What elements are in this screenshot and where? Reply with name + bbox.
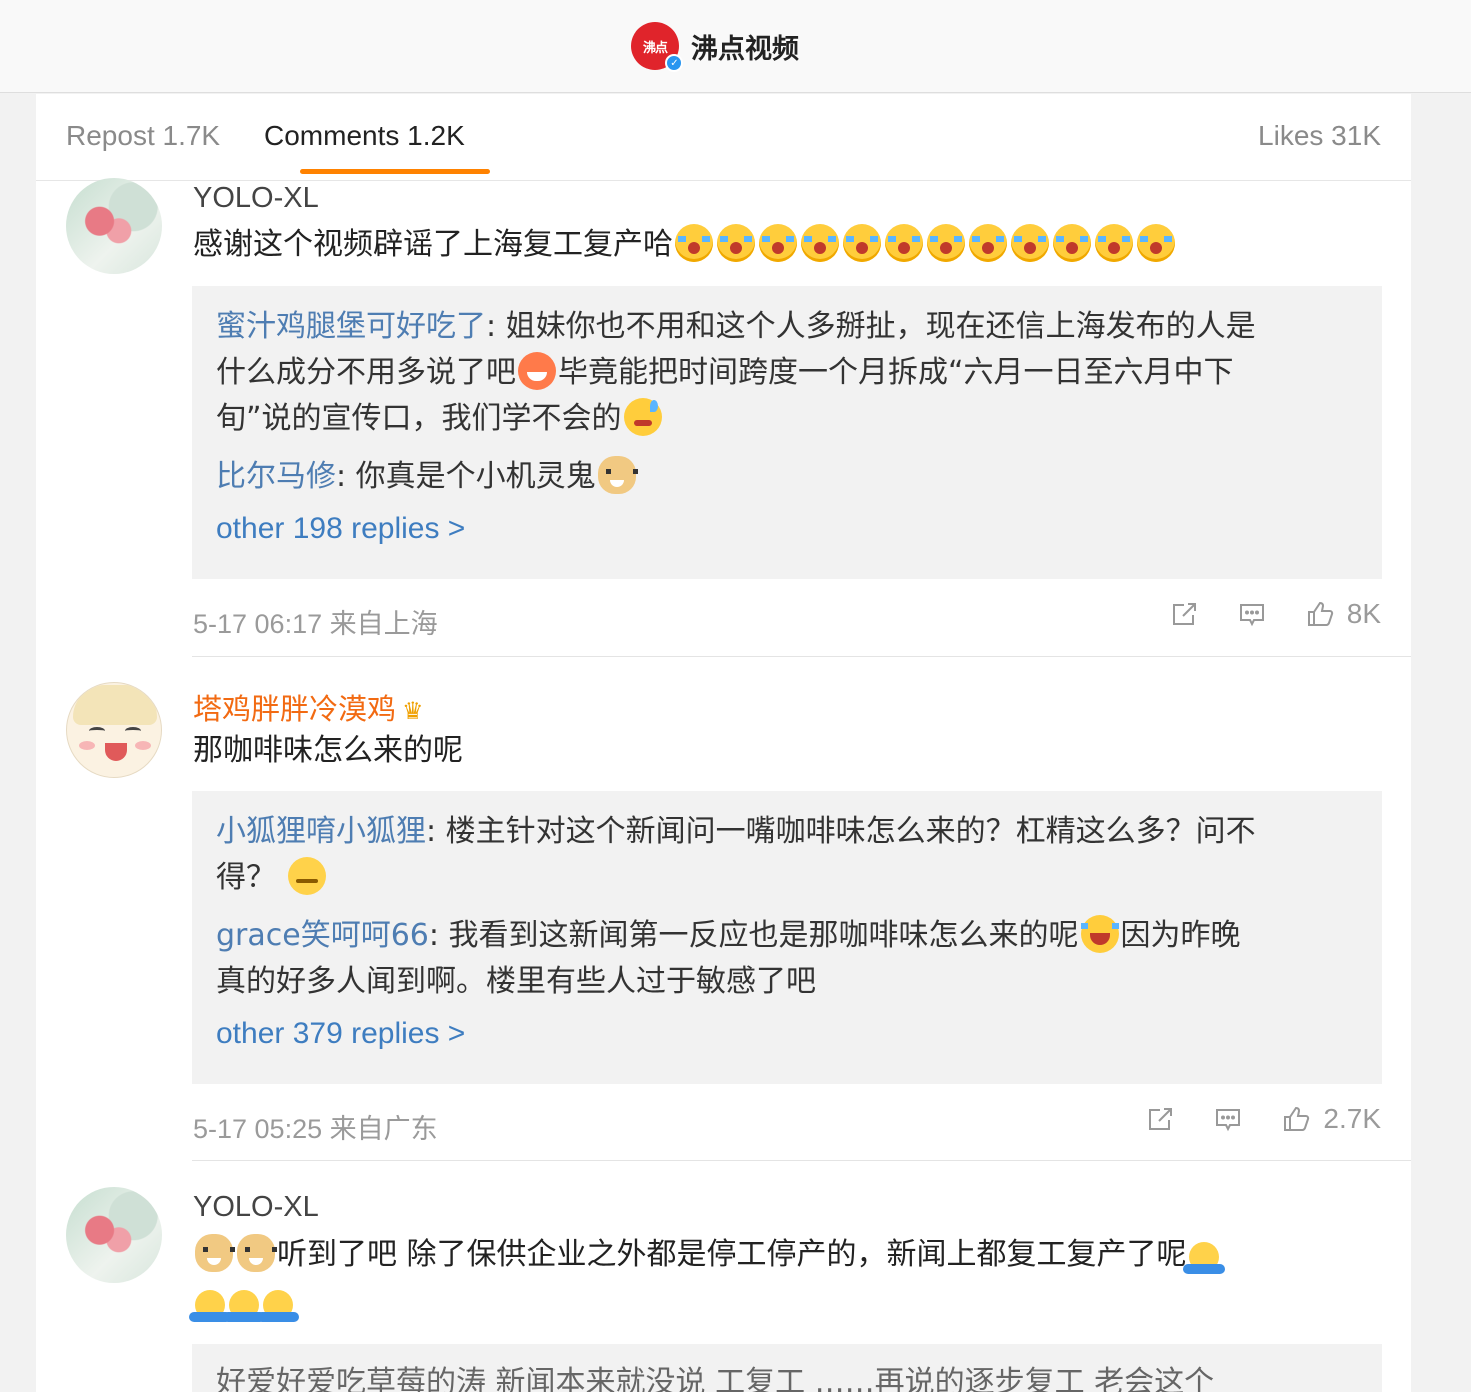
reply-item: 小狐狸唷小狐狸: 楼主针对这个新闻问一嘴咖啡味怎么来的？杠精这么多？问不 得？ [216, 814, 1256, 895]
avatar[interactable] [66, 178, 162, 274]
crying-emoji-icon [675, 224, 713, 262]
crying-emoji-icon [1137, 224, 1175, 262]
like-count: 2.7K [1323, 1103, 1381, 1134]
doge-emoji-icon [195, 1234, 235, 1272]
reply-box: 好爱好爱吃草莓的涛 新闻本来就没说 工复工 ……再说的逐步复工 老会这个 [192, 1344, 1382, 1392]
laugh-cry-emoji-icon [1080, 915, 1119, 953]
tab-bar: Repost 1.7K Comments 1.2K Likes 31K [36, 94, 1411, 181]
reply-username[interactable]: 比尔马修 [216, 459, 336, 494]
comment-username[interactable]: YOLO-XL [193, 1191, 319, 1224]
reply-text: 楼主针对这个新闻问一嘴咖啡味怎么来的？杠精这么多？问不 [445, 814, 1256, 849]
comment-actions: 8K [1169, 598, 1381, 630]
thumbs-up-icon[interactable] [1305, 599, 1335, 629]
reply-text: 什么成分不用多说了吧 [216, 355, 516, 390]
comment-body: 感谢这个视频辟谣了上海复工复产哈 [193, 227, 673, 262]
crying-emoji-icon [1053, 224, 1091, 262]
reply-item: grace笑呵呵66: 我看到这新闻第一反应也是那咖啡味怎么来的呢 因为昨晚 真的… [216, 913, 1358, 1005]
share-icon[interactable] [1169, 599, 1199, 629]
tab-likes[interactable]: Likes 31K [1258, 120, 1381, 152]
grinning-emoji-icon [518, 352, 556, 390]
avatar[interactable] [66, 1187, 162, 1283]
reply-username[interactable]: 蜜汁鸡腿堡可好吃了 [216, 309, 486, 344]
top-bar: 沸点 ✓ 沸点视频 [0, 0, 1471, 93]
tab-repost[interactable]: Repost 1.7K [66, 120, 220, 152]
reply-text: 毕竟能把时间跨度一个月拆成“六月一日至六月中下 [558, 355, 1234, 390]
comment-body: 听到了吧 除了保供企业之外都是停工停产的，新闻上都复工复产了呢 [277, 1237, 1187, 1272]
more-replies-link[interactable]: other 198 replies > [216, 512, 1358, 546]
crying-emoji-icon [843, 224, 881, 262]
crying-emoji-icon [1011, 224, 1049, 262]
more-replies-link[interactable]: other 379 replies > [216, 1017, 1358, 1051]
reply-text: 我看到这新闻第一反应也是那咖啡味怎么来的呢 [448, 918, 1079, 953]
comment-text: 听到了吧 除了保供企业之外都是停工停产的，新闻上都复工复产了呢 [193, 1232, 1225, 1278]
crying-emoji-icon [801, 224, 839, 262]
reply-item: 好爱好爱吃草莓的涛 新闻本来就没说 工复工 ……再说的逐步复工 老会这个 [216, 1365, 1215, 1392]
active-tab-indicator [300, 169, 490, 174]
tab-comments[interactable]: Comments 1.2K [264, 120, 465, 152]
shrug-emoji-icon [257, 1290, 299, 1322]
reply-text: 因为昨晚 [1120, 918, 1241, 953]
shrug-emoji-icon [189, 1290, 231, 1322]
reply-item: 比尔马修: 你真是个小机灵鬼 [216, 454, 1358, 500]
crying-emoji-icon [717, 224, 755, 262]
verified-badge-icon: ✓ [665, 54, 683, 72]
comment-text: 那咖啡味怎么来的呢 [193, 733, 463, 768]
logo-text: 沸点 [642, 40, 668, 56]
crying-emoji-icon [885, 224, 923, 262]
reply-text: 你真是个小机灵鬼 [355, 459, 596, 494]
divider [192, 656, 1411, 657]
crying-emoji-icon [759, 224, 797, 262]
shrug-emoji-icon [1182, 1242, 1225, 1274]
reply-username[interactable]: grace笑呵呵66 [216, 918, 429, 953]
reply-item: 蜜汁鸡腿堡可好吃了: 姐妹你也不用和这个人多掰扯，现在还信上海发布的人是 什么成… [216, 309, 1256, 436]
share-icon[interactable] [1145, 1104, 1175, 1134]
thumbs-up-icon[interactable] [1281, 1104, 1311, 1134]
comments-panel: Repost 1.7K Comments 1.2K Likes 31K YOLO… [36, 94, 1411, 1392]
avatar[interactable] [66, 682, 162, 778]
account-name[interactable]: 沸点视频 [691, 27, 799, 66]
like-count: 8K [1346, 598, 1381, 629]
crying-emoji-icon [1095, 224, 1133, 262]
reply-text: 旬”说的宣传口，我们学不会的 [216, 401, 622, 436]
shrug-emoji-icon [223, 1290, 265, 1322]
reply-username[interactable]: 小狐狸唷小狐狸 [216, 814, 426, 849]
doge-emoji-icon [237, 1234, 277, 1272]
divider [192, 1160, 1411, 1161]
sweat-emoji-icon [623, 398, 662, 436]
account-header[interactable]: 沸点 ✓ 沸点视频 [631, 22, 799, 72]
reply-box: 蜜汁鸡腿堡可好吃了: 姐妹你也不用和这个人多掰扯，现在还信上海发布的人是 什么成… [192, 286, 1382, 579]
reply-text: 得？ [216, 860, 276, 895]
comment-text-continued [189, 1280, 299, 1326]
reply-text: 真的好多人闻到啊。楼里有些人过于敏感了吧 [216, 964, 816, 999]
doge-emoji-icon [597, 456, 638, 494]
comment-meta: 5-17 06:17 来自上海 [193, 609, 438, 639]
reply-box: 小狐狸唷小狐狸: 楼主针对这个新闻问一嘴咖啡味怎么来的？杠精这么多？问不 得？ … [192, 791, 1382, 1084]
reply-text: 姐妹你也不用和这个人多掰扯，现在还信上海发布的人是 [505, 309, 1256, 344]
comment-icon[interactable] [1237, 599, 1267, 629]
account-logo[interactable]: 沸点 ✓ [631, 22, 683, 72]
comment-username[interactable]: 塔鸡胖胖冷漠鸡 ♛ [193, 686, 424, 728]
crying-emoji-icon [927, 224, 965, 262]
comment-text: 感谢这个视频辟谣了上海复工复产哈 [193, 222, 1177, 268]
comment-username[interactable]: YOLO-XL [193, 182, 319, 215]
vip-crown-icon: ♛ [402, 698, 424, 725]
dizzy-emoji-icon [287, 857, 326, 895]
comment-meta: 5-17 05:25 来自广东 [193, 1114, 438, 1144]
crying-emoji-icon [969, 224, 1007, 262]
comment-actions: 2.7K [1145, 1103, 1381, 1135]
comment-icon[interactable] [1213, 1104, 1243, 1134]
